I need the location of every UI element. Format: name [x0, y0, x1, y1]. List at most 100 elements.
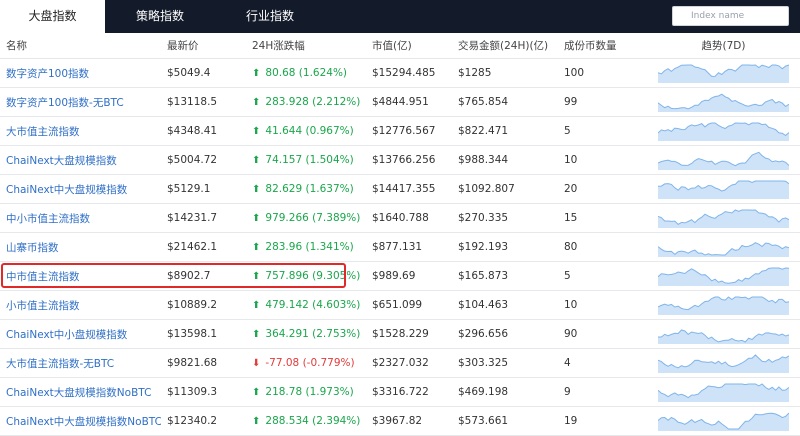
trend-sparkline [658, 267, 789, 286]
sparkline-area [658, 94, 789, 112]
cell-trend [647, 406, 800, 436]
sparkline-area [658, 330, 789, 344]
table-row[interactable]: 小市值主流指数 $10889.2 ⬆ 479.142 (4.603%) $651.… [0, 290, 800, 320]
trend-sparkline [658, 242, 789, 257]
cell-trend [647, 58, 800, 88]
table-body: 数字资产100指数 $5049.4 ⬆ 80.68 (1.624%) $15294… [0, 58, 800, 436]
cell-change: ⬆ 364.291 (2.753%) [246, 319, 366, 349]
cell-volume: $765.854 [452, 87, 558, 117]
sparkline-area [658, 268, 789, 286]
table-row[interactable]: ChaiNext大盘规模指数 $5004.72 ⬆ 74.157 (1.504%)… [0, 145, 800, 175]
cell-count: 15 [558, 203, 647, 233]
cell-price: $13118.5 [161, 87, 246, 117]
arrow-up-icon: ⬆ [252, 97, 261, 108]
index-table: 名称 最新价 24H涨跌幅 市值(亿) 交易金额(24H)(亿) 成份币数量 趋… [0, 33, 800, 436]
tab-strategy-index[interactable]: 策略指数 [115, 0, 205, 33]
change-value: 80.68 (1.624%) [265, 67, 348, 79]
arrow-up-icon: ⬆ [252, 184, 261, 195]
tab-market-index[interactable]: 大盘指数 [0, 0, 105, 33]
table-row[interactable]: ChaiNext中大盘规模指数 $5129.1 ⬆ 82.629 (1.637%)… [0, 174, 800, 204]
cell-volume: $1092.807 [452, 174, 558, 204]
cell-change: ⬆ 979.266 (7.389%) [246, 203, 366, 233]
index-name-link[interactable]: 大市值主流指数-无BTC [6, 358, 114, 370]
change-value: 288.534 (2.394%) [265, 415, 361, 427]
index-name-link[interactable]: ChaiNext大盘规模指数NoBTC [6, 387, 151, 399]
cell-price: $9821.68 [161, 348, 246, 378]
change-value: 283.928 (2.212%) [265, 96, 361, 108]
cell-trend [647, 261, 800, 291]
index-name-link[interactable]: 小市值主流指数 [6, 300, 80, 312]
cell-trend [647, 319, 800, 349]
cell-market-cap: $3967.82 [366, 406, 452, 436]
header-trend: 趋势(7D) [647, 33, 800, 59]
cell-name: 中小市值主流指数 [0, 203, 161, 233]
index-name-link[interactable]: 中市值主流指数 [6, 271, 80, 283]
header-price[interactable]: 最新价 [161, 33, 246, 59]
cell-name: ChaiNext中大盘规模指数 [0, 174, 161, 204]
cell-name: 中市值主流指数 [0, 261, 161, 291]
cell-change: ⬆ 82.629 (1.637%) [246, 174, 366, 204]
index-name-link[interactable]: 数字资产100指数-无BTC [6, 97, 124, 109]
arrow-up-icon: ⬆ [252, 155, 261, 166]
cell-market-cap: $1528.229 [366, 319, 452, 349]
cell-change: ⬆ 80.68 (1.624%) [246, 58, 366, 88]
arrow-up-icon: ⬆ [252, 387, 261, 398]
index-search-input[interactable] [672, 6, 789, 26]
cell-volume: $469.198 [452, 377, 558, 407]
cell-name: ChaiNext大盘规模指数NoBTC [0, 377, 161, 407]
index-name-link[interactable]: ChaiNext中大盘规模指数 [6, 184, 127, 196]
table-row[interactable]: 中市值主流指数 $8902.7 ⬆ 757.896 (9.305%) $989.6… [0, 261, 800, 291]
trend-sparkline [658, 122, 789, 141]
cell-volume: $192.193 [452, 232, 558, 262]
change-value: 82.629 (1.637%) [265, 183, 354, 195]
cell-market-cap: $651.099 [366, 290, 452, 320]
cell-price: $13598.1 [161, 319, 246, 349]
cell-price: $21462.1 [161, 232, 246, 262]
cell-change: ⬆ 74.157 (1.504%) [246, 145, 366, 175]
header-name[interactable]: 名称 [0, 33, 161, 59]
tab-industry-index[interactable]: 行业指数 [225, 0, 315, 33]
table-row[interactable]: 大市值主流指数-无BTC $9821.68 ⬇ -77.08 (-0.779%) … [0, 348, 800, 378]
arrow-up-icon: ⬆ [252, 126, 261, 137]
header-change[interactable]: 24H涨跌幅 [246, 33, 366, 59]
table-row[interactable]: 大市值主流指数 $4348.41 ⬆ 41.644 (0.967%) $12776… [0, 116, 800, 146]
header-market-cap[interactable]: 市值(亿) [366, 33, 452, 59]
cell-change: ⬆ 283.96 (1.341%) [246, 232, 366, 262]
change-value: 364.291 (2.753%) [265, 328, 361, 340]
cell-market-cap: $13766.256 [366, 145, 452, 175]
header-count[interactable]: 成份币数量 [558, 33, 647, 59]
index-name-link[interactable]: 山寨币指数 [6, 242, 59, 254]
cell-trend [647, 203, 800, 233]
index-name-link[interactable]: 中小市值主流指数 [6, 213, 90, 225]
sparkline-area [658, 123, 789, 141]
arrow-up-icon: ⬆ [252, 271, 261, 282]
table-row[interactable]: ChaiNext中小盘规模指数 $13598.1 ⬆ 364.291 (2.753… [0, 319, 800, 349]
cell-volume: $822.471 [452, 116, 558, 146]
index-name-link[interactable]: 大市值主流指数 [6, 126, 80, 138]
cell-change: ⬆ 218.78 (1.973%) [246, 377, 366, 407]
index-name-link[interactable]: ChaiNext大盘规模指数 [6, 155, 117, 167]
cell-price: $11309.3 [161, 377, 246, 407]
cell-trend [647, 87, 800, 117]
cell-change: ⬆ 288.534 (2.394%) [246, 406, 366, 436]
index-name-link[interactable]: ChaiNext中小盘规模指数 [6, 329, 127, 341]
table-row[interactable]: 山寨币指数 $21462.1 ⬆ 283.96 (1.341%) $877.131… [0, 232, 800, 262]
table-row[interactable]: 数字资产100指数-无BTC $13118.5 ⬆ 283.928 (2.212%… [0, 87, 800, 117]
cell-count: 10 [558, 145, 647, 175]
index-name-link[interactable]: 数字资产100指数 [6, 68, 89, 80]
trend-sparkline [658, 64, 789, 83]
cell-trend [647, 377, 800, 407]
table-header-row: 名称 最新价 24H涨跌幅 市值(亿) 交易金额(24H)(亿) 成份币数量 趋… [0, 33, 800, 59]
change-value: -77.08 (-0.779%) [265, 357, 355, 369]
index-name-link[interactable]: ChaiNext中大盘规模指数NoBTC [6, 416, 161, 428]
cell-market-cap: $3316.722 [366, 377, 452, 407]
header-volume[interactable]: 交易金额(24H)(亿) [452, 33, 558, 59]
trend-sparkline [658, 209, 789, 228]
cell-market-cap: $2327.032 [366, 348, 452, 378]
table-row[interactable]: ChaiNext大盘规模指数NoBTC $11309.3 ⬆ 218.78 (1.… [0, 377, 800, 407]
cell-volume: $296.656 [452, 319, 558, 349]
table-row[interactable]: ChaiNext中大盘规模指数NoBTC $12340.2 ⬆ 288.534 (… [0, 406, 800, 436]
table-row[interactable]: 中小市值主流指数 $14231.7 ⬆ 979.266 (7.389%) $164… [0, 203, 800, 233]
cell-volume: $270.335 [452, 203, 558, 233]
table-row[interactable]: 数字资产100指数 $5049.4 ⬆ 80.68 (1.624%) $15294… [0, 58, 800, 88]
